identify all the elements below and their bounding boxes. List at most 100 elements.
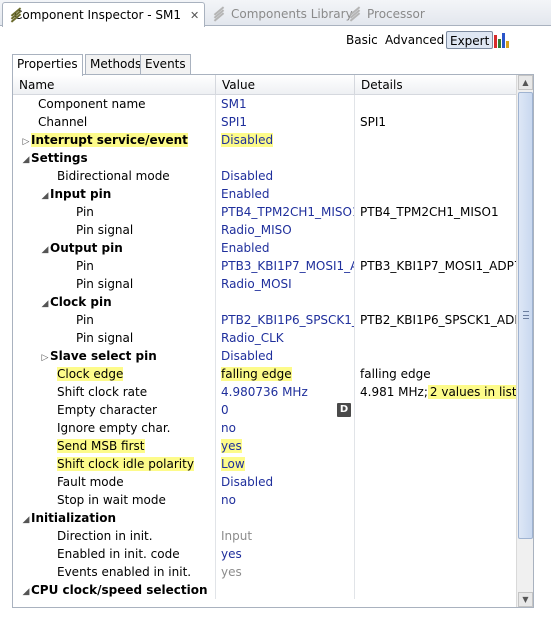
property-name: Events enabled in init.: [57, 565, 192, 579]
property-name: Direction in init.: [57, 529, 153, 543]
property-value[interactable]: Enabled: [221, 241, 270, 255]
collapse-arrow-icon[interactable]: ◢: [21, 583, 31, 599]
property-value: Input: [221, 529, 253, 543]
property-name: Pin signal: [76, 331, 134, 345]
property-value[interactable]: falling edge: [221, 367, 292, 381]
property-name: Send MSB first: [57, 439, 145, 453]
expand-arrow-icon[interactable]: ▷: [40, 349, 50, 365]
table-row[interactable]: ◢ CPU clock/speed selection: [13, 581, 516, 599]
column-header-details[interactable]: Details: [354, 75, 516, 95]
table-row[interactable]: ◢ Clock pin: [13, 293, 516, 311]
bar-chart-icon[interactable]: [493, 31, 511, 49]
tab-component-inspector[interactable]: Component Inspector - SM1 ✕: [2, 2, 205, 27]
scrollbar-thumb[interactable]: [518, 92, 533, 539]
table-row[interactable]: Pin PTB3_KBI1P7_MOSI1_A... PTB3_KBI1P7_M…: [13, 257, 516, 275]
property-name: Input pin: [50, 187, 112, 201]
table-row[interactable]: Component name SM1: [13, 95, 516, 113]
property-name: Slave select pin: [50, 349, 157, 363]
property-value[interactable]: 0: [221, 403, 229, 417]
table-header: Name Value Details: [13, 75, 516, 95]
column-header-name[interactable]: Name: [13, 75, 215, 95]
property-name: Pin signal: [76, 277, 134, 291]
table-row[interactable]: Stop in wait mode no: [13, 491, 516, 509]
table-row[interactable]: ▷ Slave select pin Disabled: [13, 347, 516, 365]
tab-label: Component Inspector - SM1: [14, 8, 182, 22]
table-row[interactable]: Fault mode Disabled: [13, 473, 516, 491]
property-value[interactable]: no: [221, 493, 236, 507]
collapse-arrow-icon[interactable]: ◢: [21, 511, 31, 527]
column-header-value[interactable]: Value: [215, 75, 354, 95]
property-name: Clock edge: [57, 367, 124, 381]
table-row[interactable]: Send MSB first yes: [13, 437, 516, 455]
component-icon: [212, 6, 226, 22]
property-value[interactable]: PTB2_KBI1P6_SPSCK1_...: [221, 313, 354, 327]
tab-events[interactable]: Events: [140, 54, 191, 75]
mode-advanced-button[interactable]: Advanced: [382, 31, 447, 49]
tab-components-library[interactable]: Components Library: [206, 2, 359, 26]
property-value[interactable]: 4.980736 MHz: [221, 385, 308, 399]
property-name: Clock pin: [50, 295, 112, 309]
collapse-arrow-icon[interactable]: ◢: [40, 241, 50, 257]
scroll-down-icon[interactable]: ▼: [518, 592, 533, 607]
table-row[interactable]: ◢ Initialization: [13, 509, 516, 527]
table-row[interactable]: Empty character 0 D: [13, 401, 516, 419]
table-row[interactable]: Enabled in init. code yes: [13, 545, 516, 563]
property-value[interactable]: Low: [221, 457, 245, 471]
property-detail: PTB3_KBI1P7_MOSI1_ADP7: [360, 259, 516, 273]
table-row[interactable]: Bidirectional mode Disabled: [13, 167, 516, 185]
property-name: Output pin: [50, 241, 123, 255]
collapse-arrow-icon[interactable]: ◢: [40, 187, 50, 203]
table-row[interactable]: Events enabled in init. yes: [13, 563, 516, 581]
table-row[interactable]: Direction in init. Input: [13, 527, 516, 545]
property-value[interactable]: Radio_MISO: [221, 223, 292, 237]
property-value[interactable]: Radio_CLK: [221, 331, 284, 345]
table-row[interactable]: Ignore empty char. no: [13, 419, 516, 437]
collapse-arrow-icon[interactable]: ◢: [40, 295, 50, 311]
property-value[interactable]: Disabled: [221, 475, 273, 489]
tab-processor[interactable]: Processor: [342, 2, 431, 26]
scroll-up-icon[interactable]: ▲: [518, 75, 533, 90]
table-row[interactable]: Pin signal Radio_MOSI: [13, 275, 516, 293]
property-value[interactable]: yes: [221, 547, 242, 561]
table-row[interactable]: Pin PTB4_TPM2CH1_MISO1 PTB4_TPM2CH1_MISO…: [13, 203, 516, 221]
property-value[interactable]: Enabled: [221, 187, 270, 201]
table-row[interactable]: Pin PTB2_KBI1P6_SPSCK1_... PTB2_KBI1P6_S…: [13, 311, 516, 329]
property-value[interactable]: PTB3_KBI1P7_MOSI1_A...: [221, 259, 354, 273]
table-row[interactable]: ◢ Input pin Enabled: [13, 185, 516, 203]
processor-icon: [348, 6, 362, 22]
table-row[interactable]: Pin signal Radio_MISO: [13, 221, 516, 239]
close-icon[interactable]: ✕: [190, 9, 199, 22]
table-row[interactable]: ▷ Interrupt service/event Disabled: [13, 131, 516, 149]
property-value[interactable]: no: [221, 421, 236, 435]
property-name: Ignore empty char.: [57, 421, 171, 435]
property-value[interactable]: yes: [221, 439, 242, 453]
property-name: Enabled in init. code: [57, 547, 180, 561]
property-detail: PTB4_TPM2CH1_MISO1: [360, 205, 499, 219]
property-value[interactable]: Disabled: [221, 133, 274, 147]
edit-dialog-button[interactable]: D: [337, 403, 351, 417]
table-row[interactable]: Pin signal Radio_CLK: [13, 329, 516, 347]
table-row[interactable]: Shift clock idle polarity Low: [13, 455, 516, 473]
property-value[interactable]: Radio_MOSI: [221, 277, 292, 291]
table-row[interactable]: ◢ Output pin Enabled: [13, 239, 516, 257]
table-row[interactable]: Channel SPI1 SPI1: [13, 113, 516, 131]
table-row[interactable]: Shift clock rate 4.980736 MHz 4.981 MHz;…: [13, 383, 516, 401]
property-value[interactable]: PTB4_TPM2CH1_MISO1: [221, 205, 354, 219]
tab-properties[interactable]: Properties: [12, 54, 83, 76]
property-value[interactable]: SM1: [221, 97, 247, 111]
property-value[interactable]: SPI1: [221, 115, 247, 129]
property-group-name: CPU clock/speed selection: [31, 583, 208, 597]
property-value[interactable]: Disabled: [221, 169, 273, 183]
table-row[interactable]: ◢ Settings: [13, 149, 516, 167]
vertical-scrollbar[interactable]: ▲ ▼: [516, 75, 533, 607]
mode-basic-button[interactable]: Basic: [343, 31, 381, 49]
mode-expert-button[interactable]: Expert: [446, 31, 494, 49]
tab-methods[interactable]: Methods: [85, 54, 147, 75]
property-value: yes: [221, 565, 242, 579]
property-name: Pin: [76, 313, 94, 327]
property-name: Fault mode: [57, 475, 124, 489]
property-value[interactable]: Disabled: [221, 349, 273, 363]
expand-arrow-icon[interactable]: ▷: [21, 133, 31, 149]
table-row[interactable]: Clock edge falling edge falling edge: [13, 365, 516, 383]
collapse-arrow-icon[interactable]: ◢: [21, 151, 31, 167]
